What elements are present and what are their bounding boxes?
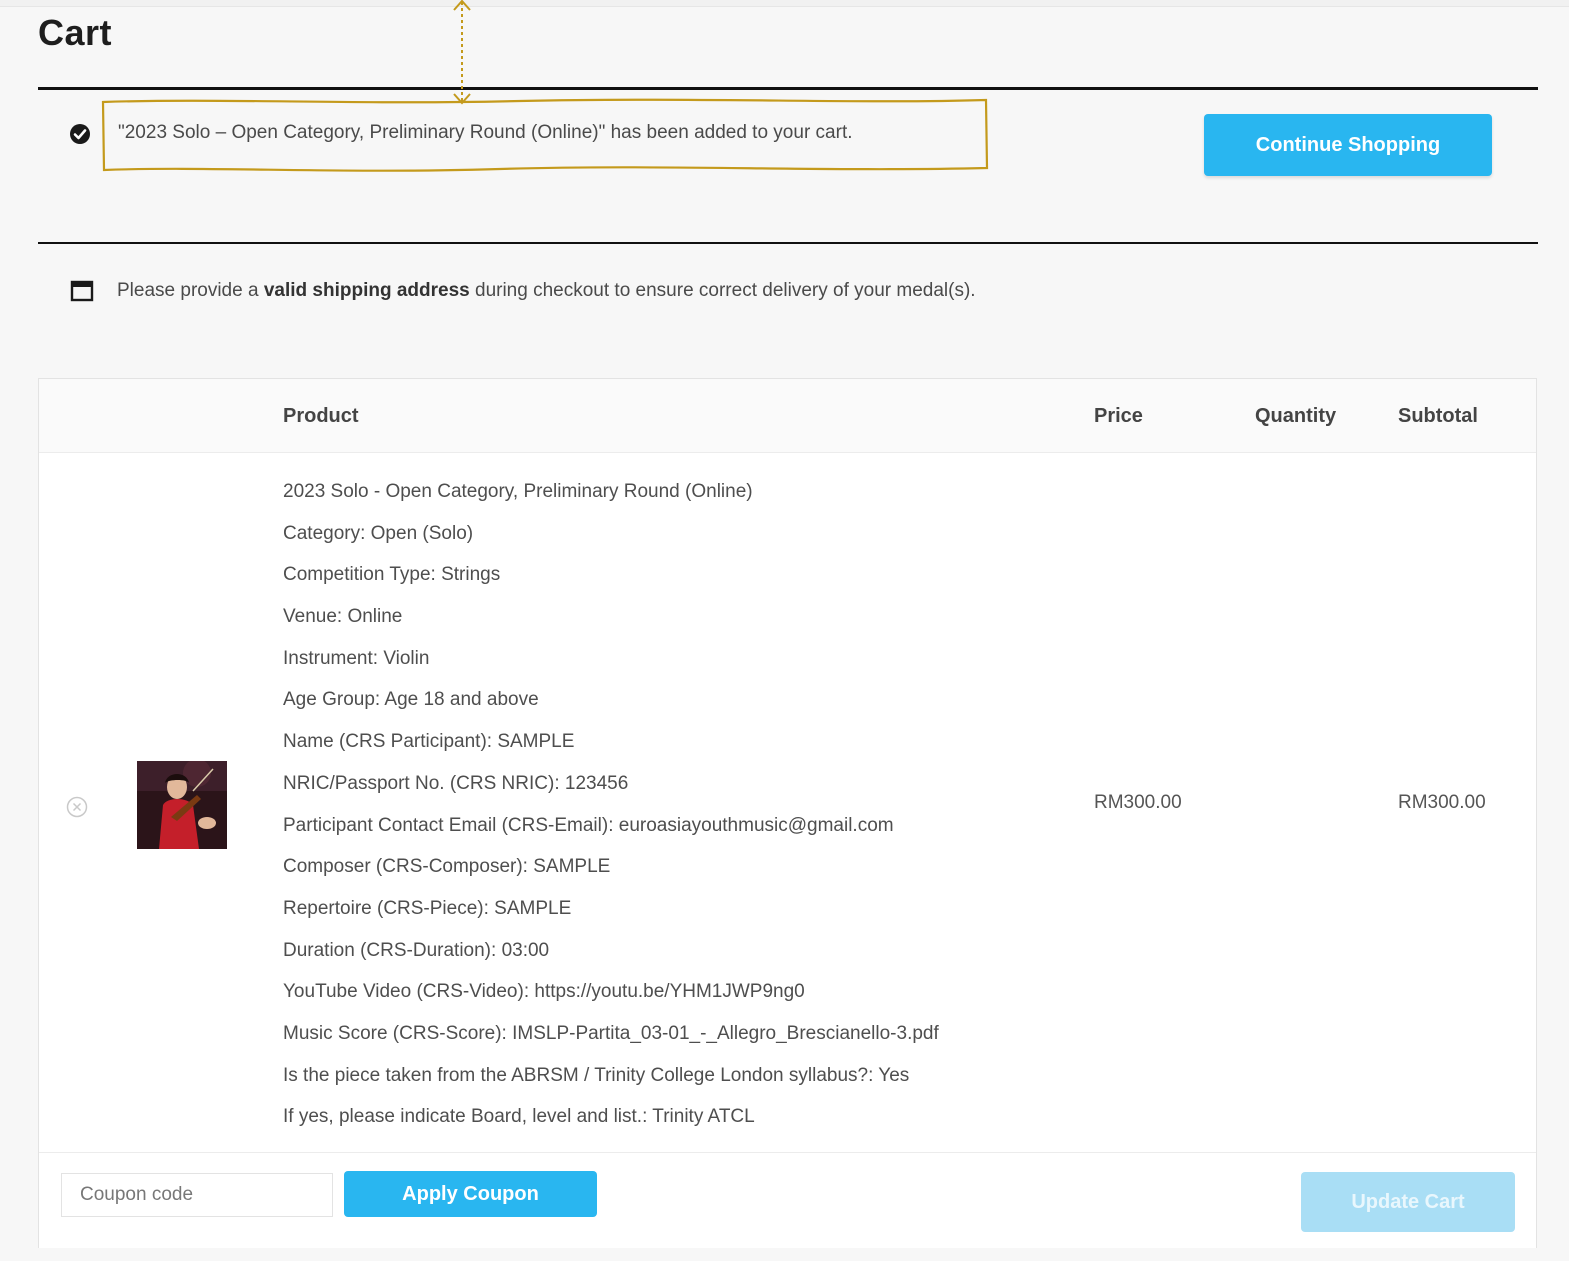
window-icon [70,280,94,302]
table-header: Product Price Quantity Subtotal [39,379,1536,453]
product-meta-item: YouTube Video (CRS-Video): https://youtu… [283,981,805,1003]
product-meta-item: Name (CRS Participant): SAMPLE [283,731,575,753]
product-meta-item: Music Score (CRS-Score): IMSLP-Partita_0… [283,1022,939,1044]
product-meta-item: Composer (CRS-Composer): SAMPLE [283,856,611,878]
shipping-info-notice: Please provide a valid shipping address … [38,244,1538,344]
continue-shopping-button[interactable]: Continue Shopping [1204,114,1492,176]
shipping-info-prefix: Please provide a [117,280,264,301]
header-subtotal: Subtotal [1398,405,1478,427]
product-meta-item: Competition Type: Strings [283,564,501,586]
product-meta-item: Is the piece taken from the ABRSM / Trin… [283,1064,910,1086]
annotation-arrow-icon [453,0,471,105]
page-title: Cart [38,12,113,53]
product-details: 2023 Solo - Open Category, Preliminary R… [283,477,939,1144]
annotation-highlight-box [101,98,989,172]
apply-coupon-button[interactable]: Apply Coupon [344,1171,597,1217]
cart-table: Product Price Quantity Subtotal 2023 Sol… [38,378,1537,1248]
shipping-info-bold: valid shipping address [263,280,470,301]
product-meta-item: Duration (CRS-Duration): 03:00 [283,939,550,961]
product-meta-item: Category: Open (Solo) [283,522,474,544]
product-meta-item: If yes, please indicate Board, level and… [283,1106,755,1128]
header-quantity: Quantity [1255,405,1337,427]
header-price: Price [1094,405,1143,427]
header-product: Product [283,405,359,427]
item-subtotal: RM300.00 [1398,792,1486,813]
shipping-info-suffix: during checkout to ensure correct delive… [469,280,976,301]
product-meta-item: Participant Contact Email (CRS-Email): e… [283,814,894,836]
check-circle-icon [70,124,90,144]
product-meta-item: Repertoire (CRS-Piece): SAMPLE [283,897,572,919]
product-meta-item: Venue: Online [283,606,403,628]
cart-actions: Apply Coupon Update Cart [39,1152,1536,1248]
coupon-input[interactable] [61,1173,333,1217]
violinist-image [137,761,227,849]
added-to-cart-notice: "2023 Solo – Open Category, Preliminary … [38,0,1538,210]
product-meta-item: Age Group: Age 18 and above [283,689,539,711]
remove-item-icon[interactable] [65,795,89,819]
product-meta-item: NRIC/Passport No. (CRS NRIC): 123456 [283,772,629,794]
product-title[interactable]: 2023 Solo - Open Category, Preliminary R… [283,477,939,519]
product-meta-item: Instrument: Violin [283,647,430,669]
update-cart-button[interactable]: Update Cart [1301,1172,1515,1232]
shipping-info-text: Please provide a valid shipping address … [117,280,976,302]
top-border [0,0,1569,7]
product-thumbnail[interactable] [137,761,227,849]
item-price: RM300.00 [1094,792,1182,813]
